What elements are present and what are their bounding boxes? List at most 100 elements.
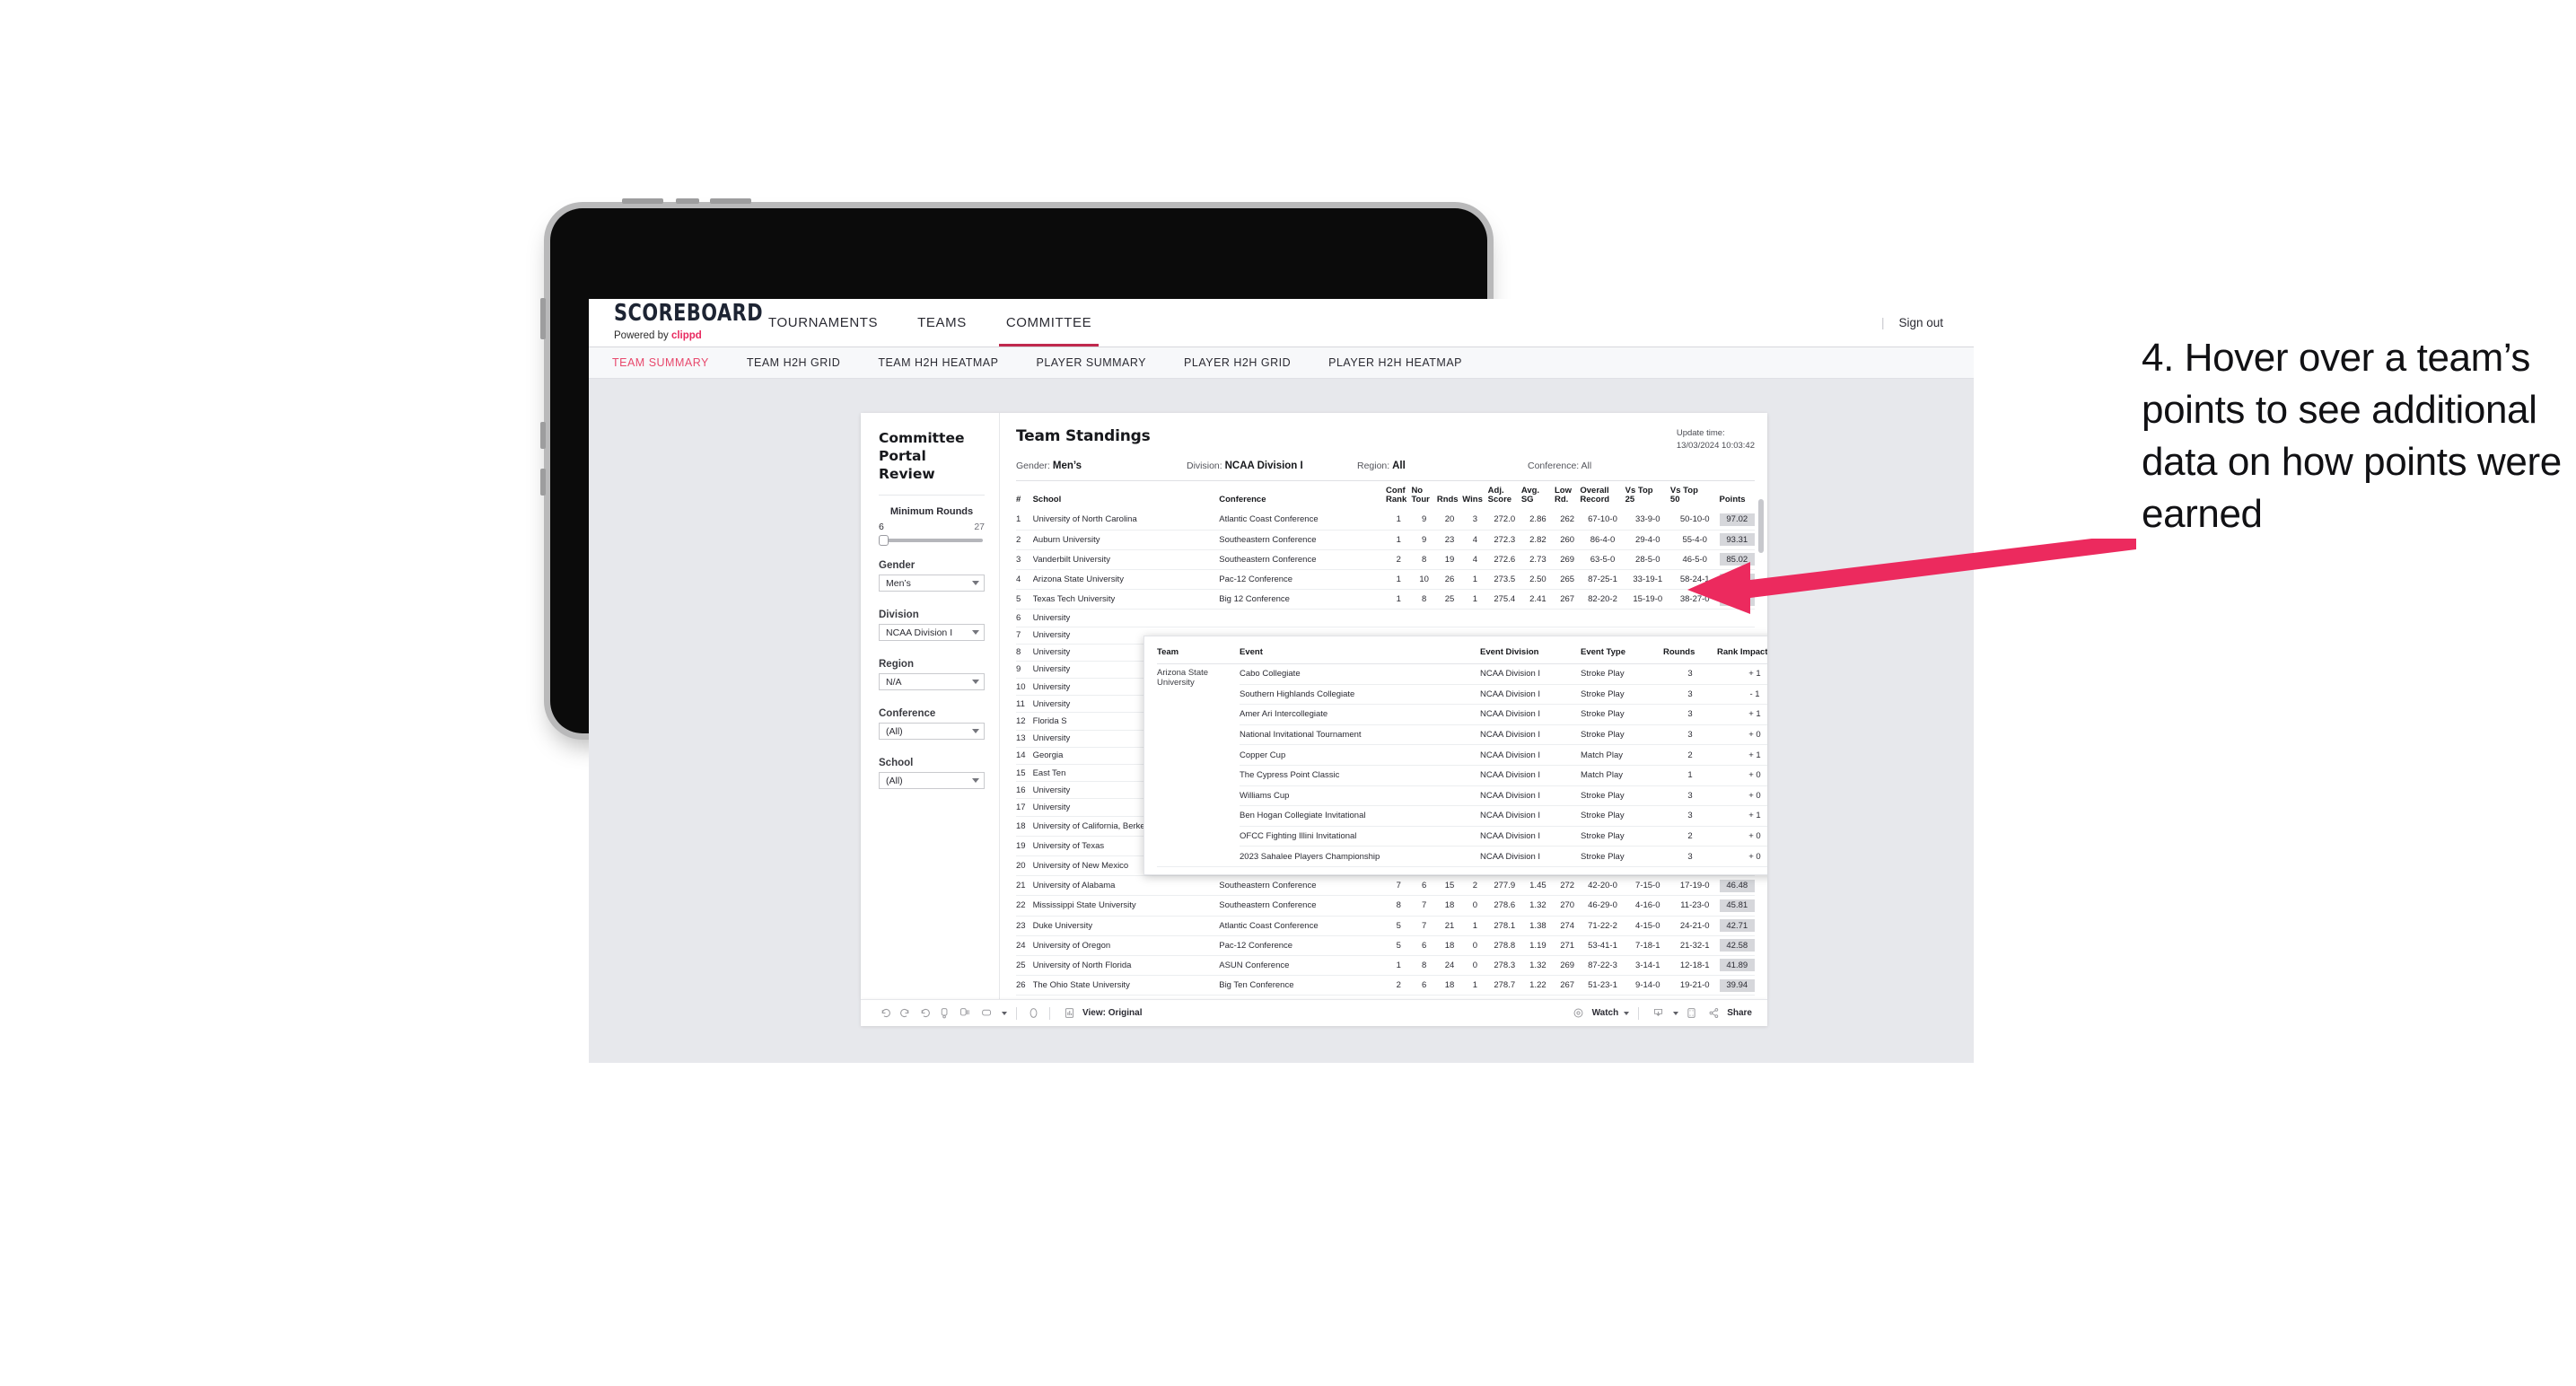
- col-avg-sg[interactable]: Avg. SG: [1521, 481, 1555, 511]
- tooltip-row: Arizona State University Cabo Collegiate N…: [1157, 663, 1767, 867]
- tooltip-cell-type: Stroke Play: [1581, 724, 1663, 746]
- minimum-rounds-slider[interactable]: [879, 535, 983, 547]
- conference-select[interactable]: (All): [879, 723, 985, 741]
- col-points[interactable]: Points: [1720, 481, 1755, 511]
- col-rnds[interactable]: Rnds: [1437, 481, 1462, 511]
- cell-overall: 51-23-1: [1580, 975, 1625, 996]
- chevron-down-icon: [1624, 1011, 1630, 1015]
- chevron-down-icon: [972, 680, 979, 685]
- top-navigation-bar: SCOREBOARD Powered by clippd TOURNAMENTS…: [589, 299, 1974, 346]
- division-value: NCAA Division I: [886, 627, 953, 638]
- device-top-button-3: [710, 198, 751, 204]
- table-row[interactable]: 4 Arizona State University Pac-12 Conferen…: [1016, 569, 1755, 591]
- region-select[interactable]: N/A: [879, 673, 985, 691]
- refresh-icon[interactable]: [934, 1004, 954, 1023]
- nav-link-committee[interactable]: COMMITTEE: [986, 299, 1111, 346]
- pause-auto-update-icon[interactable]: [954, 1004, 974, 1023]
- division-label: Division: [879, 610, 919, 621]
- points-badge[interactable]: 42.71: [1719, 919, 1755, 933]
- cell-adj_score: 273.5: [1487, 569, 1521, 591]
- tab-player-h2h-heatmap[interactable]: PLAYER H2H HEATMAP: [1328, 356, 1462, 369]
- download-button[interactable]: [1648, 1004, 1679, 1023]
- division-select[interactable]: NCAA Division I: [879, 624, 985, 642]
- table-row[interactable]: 21 University of Alabama Southeastern Conf…: [1016, 875, 1755, 897]
- gender-select[interactable]: Men’s: [879, 575, 985, 592]
- table-row[interactable]: 6 University: [1016, 609, 1755, 627]
- tab-team-h2h-grid[interactable]: TEAM H2H GRID: [747, 356, 840, 369]
- highlight-icon[interactable]: [1023, 1004, 1043, 1023]
- cell-overall: 67-10-0: [1580, 510, 1625, 531]
- watch-button[interactable]: Watch: [1569, 1004, 1630, 1023]
- tooltip-cell-division: NCAA Division I: [1480, 785, 1581, 807]
- table-row[interactable]: 23 Duke University Atlantic Coast Conferen…: [1016, 916, 1755, 936]
- col-low-rd[interactable]: Low Rd.: [1555, 481, 1580, 511]
- share-button[interactable]: Share: [1704, 1004, 1752, 1023]
- school-select[interactable]: (All): [879, 772, 985, 790]
- toolbar-divider-2: [1049, 1006, 1050, 1020]
- cell-no_tour: 7: [1411, 895, 1437, 917]
- table-row[interactable]: 3 Vanderbilt University Southeastern Confe…: [1016, 549, 1755, 570]
- cell-conference: Southeastern Conference: [1219, 549, 1387, 570]
- col-school[interactable]: School: [1033, 481, 1220, 511]
- tooltip-row: OFCC Fighting Illini Invitational NCAA Di…: [1157, 826, 1767, 847]
- view-original-button[interactable]: View: Original: [1059, 1004, 1143, 1023]
- col-adj-score[interactable]: Adj. Score: [1488, 481, 1521, 511]
- tooltip-header-row: Team Event Event Division Event Type Rou…: [1157, 645, 1767, 664]
- table-row[interactable]: 22 Mississippi State University Southeaste…: [1016, 895, 1755, 917]
- nav-link-tournaments[interactable]: TOURNAMENTS: [749, 299, 898, 346]
- redo-icon[interactable]: [895, 1004, 915, 1023]
- col-conference[interactable]: Conference: [1219, 481, 1386, 511]
- table-row[interactable]: 26 The Ohio State University Big Ten Confe…: [1016, 975, 1755, 996]
- col-wins[interactable]: Wins: [1462, 481, 1487, 511]
- cell-avg_sg: 1.38: [1520, 916, 1555, 936]
- tab-team-summary[interactable]: TEAM SUMMARY: [612, 356, 709, 369]
- points-badge[interactable]: 39.94: [1719, 978, 1755, 992]
- points-badge[interactable]: 46.48: [1719, 879, 1755, 892]
- cell-wins: 1: [1462, 916, 1488, 936]
- slider-handle[interactable]: [879, 535, 889, 547]
- fullscreen-icon[interactable]: [1681, 1004, 1701, 1023]
- region-value: N/A: [886, 676, 902, 688]
- cell-vs25: 7-18-1: [1625, 935, 1670, 956]
- nav-link-teams[interactable]: TEAMS: [898, 299, 986, 346]
- points-badge[interactable]: 42.58: [1719, 939, 1755, 952]
- cell-rank: 23: [1016, 916, 1033, 936]
- table-row[interactable]: 24 University of Oregon Pac-12 Conference 5…: [1016, 935, 1755, 956]
- cell-school: University of North Carolina: [1032, 510, 1220, 531]
- scoreboard-logo[interactable]: SCOREBOARD Powered by clippd: [589, 302, 763, 341]
- cell-rank: 21: [1016, 875, 1033, 897]
- col-overall-record[interactable]: Overall Record: [1580, 481, 1625, 511]
- tooltip-cell-type: Stroke Play: [1581, 785, 1663, 807]
- tooltip-row: Amer Ari Intercollegiate NCAA Division IS…: [1157, 704, 1767, 725]
- table-row[interactable]: 25 University of North Florida ASUN Confer…: [1016, 955, 1755, 977]
- tooltip-cell-impact: + 1: [1717, 663, 1767, 685]
- fit-dropdown[interactable]: [977, 1004, 1007, 1023]
- cell-wins: 1: [1462, 975, 1488, 996]
- col-rank[interactable]: #: [1016, 481, 1033, 511]
- device-volume-up-button: [540, 298, 546, 339]
- col-conference-l1: Conference: [1219, 495, 1266, 505]
- col-vs-top-25[interactable]: Vs Top 25: [1625, 481, 1670, 511]
- points-badge[interactable]: 41.89: [1719, 959, 1755, 972]
- undo-icon[interactable]: [875, 1004, 895, 1023]
- col-conf-rank[interactable]: Conf Rank: [1386, 481, 1411, 511]
- tooltip-cell-rounds: 3: [1663, 704, 1717, 725]
- tab-player-h2h-grid[interactable]: PLAYER H2H GRID: [1184, 356, 1291, 369]
- cell-conf_rank: 7: [1386, 875, 1412, 897]
- table-row[interactable]: 5 Texas Tech University Big 12 Conference 1…: [1016, 589, 1755, 610]
- points-badge[interactable]: 45.81: [1719, 899, 1755, 912]
- points-badge[interactable]: 97.02: [1719, 513, 1755, 526]
- col-vs-top-50[interactable]: Vs Top 50: [1670, 481, 1720, 511]
- tab-team-h2h-heatmap[interactable]: TEAM H2H HEATMAP: [878, 356, 998, 369]
- table-row[interactable]: 2 Auburn University Southeastern Conferenc…: [1016, 530, 1755, 550]
- filter-summary-gender-value: Men’s: [1052, 460, 1082, 471]
- cell-wins: 0: [1462, 935, 1488, 956]
- col-no-tour[interactable]: No Tour: [1411, 481, 1436, 511]
- cell-wins: 0: [1462, 895, 1488, 917]
- cell-low_rd: 262: [1554, 510, 1581, 531]
- tab-player-summary[interactable]: PLAYER SUMMARY: [1036, 356, 1146, 369]
- revert-icon[interactable]: [915, 1004, 934, 1023]
- cell-vs50: 21-32-1: [1669, 935, 1720, 956]
- table-row[interactable]: 1 University of North Carolina Atlantic Co…: [1016, 510, 1755, 531]
- sign-out-link[interactable]: Sign out: [1898, 316, 1943, 329]
